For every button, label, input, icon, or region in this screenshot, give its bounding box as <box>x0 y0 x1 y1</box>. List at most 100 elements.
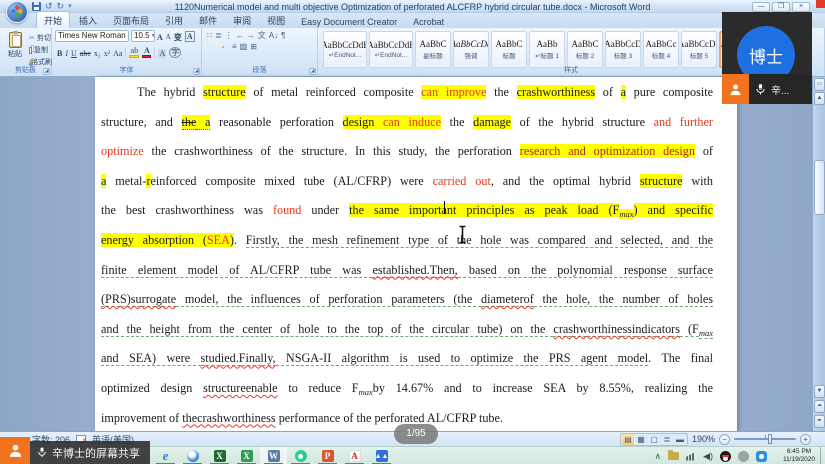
subscript-button[interactable]: x₂ <box>94 49 101 58</box>
document-page[interactable]: The hybrid structure of metal reinforced… <box>95 77 737 431</box>
tray-folder-icon[interactable] <box>668 452 679 460</box>
sort-button[interactable]: A↓ <box>269 31 278 40</box>
vertical-scrollbar[interactable]: ▭ ▲ ▼ ⏶ ⏷ <box>812 77 825 431</box>
font-family-select[interactable]: Times New Roman▼ <box>55 30 129 42</box>
decrease-indent-button[interactable]: ← <box>236 31 244 40</box>
align-left-button[interactable] <box>207 46 209 48</box>
grow-font-button[interactable]: A <box>157 33 163 42</box>
scroll-down-icon[interactable]: ▼ <box>814 385 825 398</box>
save-icon[interactable] <box>32 2 41 11</box>
copy-button[interactable]: 复制 <box>29 45 48 55</box>
zoom-out-button[interactable]: − <box>719 434 730 445</box>
align-right-button[interactable] <box>217 46 219 48</box>
zoom-slider[interactable] <box>734 438 796 440</box>
style-card-标题1[interactable]: AaBb↵标题 1 <box>529 31 565 68</box>
print-layout-view-button[interactable]: ▤ <box>622 434 634 445</box>
dialog-launcher-icon[interactable]: ◢ <box>309 68 316 75</box>
superscript-button[interactable]: x² <box>104 49 110 58</box>
highlight-color-button[interactable]: ab <box>129 46 139 58</box>
align-center-button[interactable] <box>212 46 214 48</box>
scrollbar-thumb[interactable] <box>814 160 825 215</box>
screen-share-chip[interactable]: 辛博士的屏幕共享 <box>0 437 150 464</box>
tab-insert[interactable]: 插入 <box>72 12 104 28</box>
number-list-button[interactable]: ≣ <box>215 31 222 40</box>
zoom-in-button[interactable]: + <box>800 434 811 445</box>
tab-easy-document-creator[interactable]: Easy Document Creator <box>294 15 404 28</box>
cut-button[interactable]: ✂剪切 <box>29 33 48 43</box>
tab-view[interactable]: 视图 <box>260 12 292 28</box>
undo-icon[interactable]: ↺ <box>45 2 53 11</box>
shrink-font-button[interactable]: A <box>166 33 171 42</box>
style-card-标题4[interactable]: AaBbCc标题 4 <box>643 31 679 68</box>
close-button[interactable]: × <box>792 2 810 12</box>
paste-button[interactable]: 粘贴 <box>3 30 27 66</box>
char-shading-button[interactable]: A <box>158 49 166 58</box>
next-page-icon[interactable]: ⏷ <box>814 415 825 428</box>
style-card-强调[interactable]: AaBbCcDd强调 <box>453 31 489 68</box>
tray-network-icon[interactable] <box>686 452 696 461</box>
style-card-标题5[interactable]: AaBbCcDd标题 5 <box>681 31 717 68</box>
tab-references[interactable]: 引用 <box>158 12 190 28</box>
distribute-button[interactable] <box>227 46 229 48</box>
tab-acrobat[interactable]: Acrobat <box>406 15 451 28</box>
font-color-button[interactable]: A <box>142 46 151 58</box>
enclose-character-button[interactable]: 字 <box>169 47 181 58</box>
tab-page-layout[interactable]: 页面布局 <box>106 12 156 28</box>
show-marks-button[interactable]: ¶ <box>281 31 285 40</box>
justify-button[interactable] <box>222 46 224 48</box>
taskbar-blue-app-icon[interactable]: ▲▲ <box>368 447 395 464</box>
customize-icon[interactable]: ▾ <box>68 2 72 11</box>
tray-volume-icon[interactable]: ◀) <box>703 451 713 462</box>
underline-button[interactable]: U <box>71 49 77 58</box>
style-card-副标题[interactable]: AaBbC副标题 <box>415 31 451 68</box>
scroll-up-icon[interactable]: ▲ <box>814 92 825 105</box>
ruler-toggle-icon[interactable]: ▭ <box>814 78 825 91</box>
increase-indent-button[interactable]: → <box>247 31 255 40</box>
redo-icon[interactable]: ↻ <box>57 2 65 11</box>
style-card-标题[interactable]: AaBbC标题 <box>491 31 527 68</box>
multilevel-list-button[interactable]: ⋮ <box>225 31 233 40</box>
taskbar-browser-icon[interactable] <box>179 447 206 464</box>
shading-button[interactable]: ▨ <box>240 42 248 51</box>
taskbar-green-app-icon[interactable] <box>287 447 314 464</box>
dialog-launcher-icon[interactable]: ◢ <box>43 68 50 75</box>
tray-chevron-up-icon[interactable]: ∧ <box>654 447 661 464</box>
style-card-标题2[interactable]: AaBbC标题 2 <box>567 31 603 68</box>
tab-review[interactable]: 审阅 <box>226 12 258 28</box>
taskbar-powerpoint-icon[interactable]: P <box>314 447 341 464</box>
taskbar-excel-dark-icon[interactable]: X <box>206 447 233 464</box>
borders-button[interactable]: ⊞ <box>250 42 257 51</box>
style-card-标题3[interactable]: AaBbCcD标题 3 <box>605 31 641 68</box>
cjk-layout-button[interactable]: 文 <box>258 31 266 40</box>
web-layout-view-button[interactable]: ▢ <box>648 434 660 445</box>
pinyin-guide-button[interactable]: 变 <box>174 33 182 42</box>
tray-ime-icon[interactable] <box>738 451 749 462</box>
tab-mailings[interactable]: 邮件 <box>192 12 224 28</box>
previous-page-icon[interactable]: ⏶ <box>814 400 825 413</box>
tray-messenger-icon[interactable] <box>756 451 767 462</box>
dialog-launcher-icon[interactable]: ◢ <box>193 68 200 75</box>
zoom-slider-thumb[interactable] <box>768 434 772 444</box>
taskbar-excel-icon[interactable]: X <box>233 447 260 464</box>
line-spacing-button[interactable]: ≡ <box>232 42 237 51</box>
fullscreen-view-button[interactable]: ▦ <box>635 434 647 445</box>
taskbar-clock[interactable]: 6:45 PM 11/19/2020 <box>783 448 815 464</box>
video-call-window[interactable]: 博士 辛... <box>722 12 812 104</box>
taskbar-acrobat-reader-icon[interactable]: A <box>341 447 368 464</box>
maximize-button[interactable]: ❒ <box>772 2 790 12</box>
tab-home[interactable]: 开始 <box>36 11 70 28</box>
zoom-level[interactable]: 190% <box>692 434 715 444</box>
italic-button[interactable]: I <box>65 49 68 58</box>
draft-view-button[interactable]: ▬ <box>674 434 686 445</box>
taskbar-ie-icon[interactable]: e <box>152 447 179 464</box>
show-desktop-button[interactable] <box>820 447 825 464</box>
outline-view-button[interactable]: ≣ <box>661 434 673 445</box>
char-border-button[interactable]: A <box>185 31 195 42</box>
style-card-EndNot[interactable]: AaBbCcDdE↵EndNot... <box>323 31 367 68</box>
tray-qq-icon[interactable] <box>720 451 731 462</box>
change-case-button[interactable]: Aa <box>113 49 122 58</box>
style-card-EndNot[interactable]: AaBbCcDdE↵EndNot... <box>369 31 413 68</box>
minimize-button[interactable]: — <box>752 2 770 12</box>
strikethrough-button[interactable]: abc <box>80 49 91 58</box>
font-size-select[interactable]: 10.5▼ <box>131 30 155 42</box>
